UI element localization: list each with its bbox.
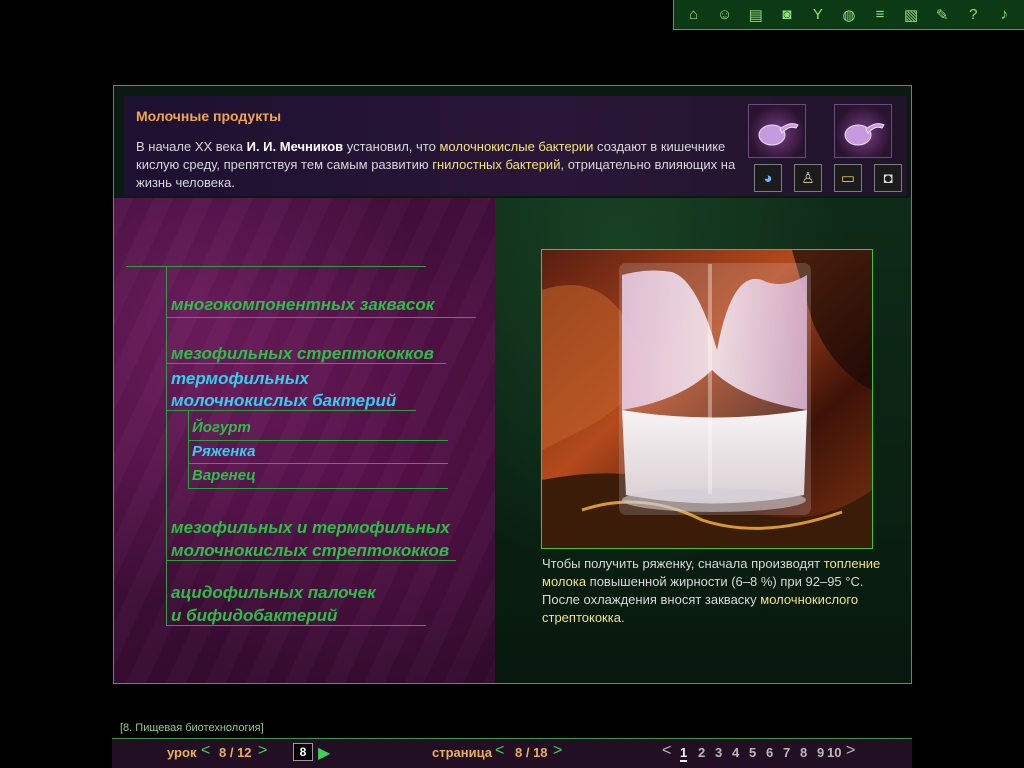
list-item-meso-thermo-line1[interactable]: мезофильных и термофильных: [171, 516, 450, 540]
document-icon[interactable]: ▧: [899, 3, 923, 27]
page-link-9[interactable]: 9: [817, 745, 824, 760]
tree-branch-line: [166, 317, 476, 318]
footer-navigation: урок < 8 / 12 > 8 ▶ страница < 8 / 18 > …: [112, 738, 912, 768]
list-item-meso-thermo-line2[interactable]: молочнокислых стрептококков: [171, 539, 449, 563]
lesson-next-arrow-icon[interactable]: >: [258, 742, 267, 760]
home-icon[interactable]: ⌂: [682, 3, 706, 27]
help-icon[interactable]: ?: [961, 3, 985, 27]
page-prev-arrow-icon[interactable]: <: [495, 742, 504, 760]
lesson-prev-arrow-icon[interactable]: <: [201, 742, 210, 760]
list-item-thermophilic-line1[interactable]: термофильных: [171, 367, 309, 391]
page-link-1[interactable]: 1: [680, 745, 688, 762]
bust-icon: ♙: [801, 170, 815, 187]
list-item-thermophilic-line2[interactable]: молочнокислых бактерий: [171, 389, 396, 413]
camera-icon[interactable]: ◙: [775, 3, 799, 27]
sub-item-ryazhenka[interactable]: Ряженка: [192, 441, 255, 463]
people-icon[interactable]: ☺: [713, 3, 737, 27]
retort-flask-icon: [844, 123, 885, 146]
open-book-button[interactable]: ▭: [834, 164, 862, 192]
list-item-acidophilic-line1[interactable]: ацидофильных палочек: [171, 581, 376, 605]
term-putrefactive-bacteria-link[interactable]: гнилостных бактерий: [432, 157, 560, 172]
product-photo: [541, 249, 873, 549]
list-item-multicomponent-starters[interactable]: многокомпонентных заквасок: [171, 293, 434, 317]
page-link-4[interactable]: 4: [732, 745, 739, 760]
open-book-icon: ▭: [840, 170, 856, 187]
page-counter: 8 / 18: [515, 745, 548, 760]
sub-item-yogurt[interactable]: Йогурт: [192, 417, 251, 439]
pages-next-arrow-icon[interactable]: >: [846, 742, 855, 760]
header-panel: Молочные продукты В начале XX века И. И.…: [124, 96, 907, 196]
list-item-mesophilic-streptococci[interactable]: мезофильных стрептококков: [171, 342, 434, 366]
header-paragraph: В начале XX века И. И. Мечников установи…: [136, 138, 736, 192]
globe-button[interactable]: ◕: [754, 164, 782, 192]
sub-item-varenets[interactable]: Варенец: [192, 465, 256, 487]
page-link-3[interactable]: 3: [715, 745, 722, 760]
caption-text-part: .: [620, 610, 625, 625]
lesson-counter: 8 / 12: [219, 745, 252, 760]
globe-icon: ◕: [763, 169, 773, 187]
page-link-7[interactable]: 7: [783, 745, 790, 760]
header-text-part: установил, что: [343, 139, 440, 154]
breadcrumb[interactable]: [8. Пищевая биотехнология]: [120, 722, 264, 734]
page-link-8[interactable]: 8: [800, 745, 807, 760]
camera-icon: ◘: [883, 169, 893, 187]
pages-prev-arrow-icon[interactable]: <: [662, 742, 671, 760]
caption-text-part: Чтобы получить ряженку, сначала производ…: [542, 556, 824, 571]
tree-subtrunk-line: [188, 410, 189, 488]
top-toolbar: ⌂ ☺ ▤ ◙ Y ◍ ≡ ▧ ✎ ? ♪: [673, 0, 1024, 30]
page-label: страница: [432, 745, 492, 760]
tree-branch-line: [126, 266, 426, 267]
sound-icon[interactable]: ♪: [992, 3, 1016, 27]
page-link-6[interactable]: 6: [766, 745, 773, 760]
tree-branch-line: [188, 463, 448, 464]
notes-icon[interactable]: ✎: [930, 3, 954, 27]
page-link-5[interactable]: 5: [749, 745, 756, 760]
page-link-10[interactable]: 10: [827, 745, 841, 760]
tree-branch-line: [188, 488, 448, 489]
person-name: И. И. Мечников: [246, 139, 344, 154]
lesson-label: урок: [167, 745, 197, 760]
video-button[interactable]: [748, 104, 806, 158]
animation-button[interactable]: [834, 104, 892, 158]
milk-glass-image: [542, 250, 872, 548]
tree-trunk-line: [166, 266, 167, 626]
term-lactic-bacteria-link[interactable]: молочнокислые бактерии: [439, 139, 593, 154]
portrait-button[interactable]: ♙: [794, 164, 822, 192]
stack-icon[interactable]: ≡: [868, 3, 892, 27]
goto-page-input[interactable]: 8: [293, 743, 313, 761]
camera-button[interactable]: ◘: [874, 164, 902, 192]
main-content-frame: Молочные продукты В начале XX века И. И.…: [113, 85, 912, 684]
list-item-acidophilic-line2[interactable]: и бифидобактерий: [171, 604, 337, 628]
molecule-icon[interactable]: Y: [806, 3, 830, 27]
page-title: Молочные продукты: [136, 108, 282, 124]
photo-caption: Чтобы получить ряженку, сначала производ…: [542, 555, 887, 627]
page-next-arrow-icon[interactable]: >: [553, 742, 562, 760]
retort-flask-icon: [758, 123, 799, 146]
globe-icon[interactable]: ◍: [837, 3, 861, 27]
book-icon[interactable]: ▤: [744, 3, 768, 27]
goto-play-arrow-icon[interactable]: ▶: [318, 743, 330, 763]
page-link-2[interactable]: 2: [698, 745, 705, 760]
header-text-part: В начале XX века: [136, 139, 247, 154]
